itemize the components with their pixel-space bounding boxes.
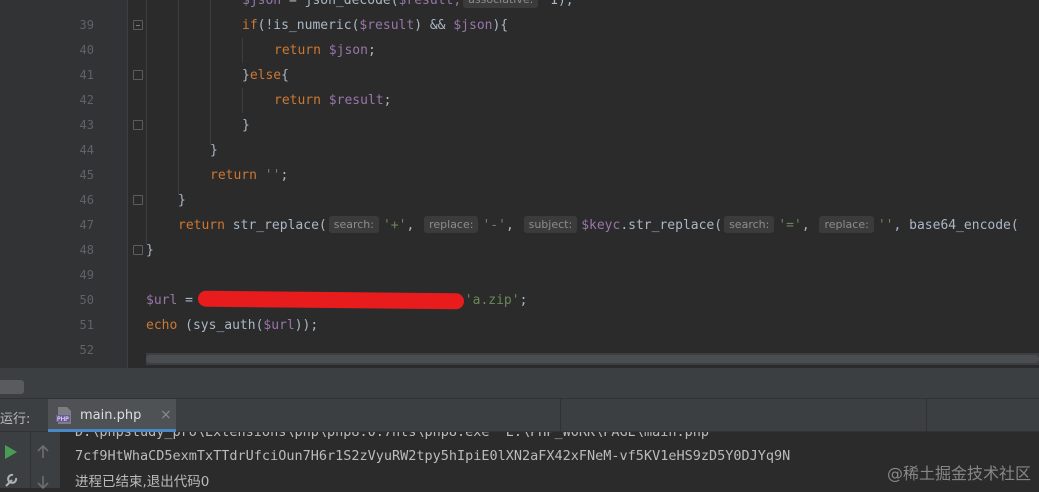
code-line: $json = json_decode($result,associative:…: [242, 0, 574, 13]
parameter-hint: replace:: [819, 216, 874, 233]
fold-icon[interactable]: [133, 70, 143, 80]
fold-icon[interactable]: [133, 245, 143, 255]
horizontal-scrollbar[interactable]: [146, 353, 1039, 365]
tab-main-php[interactable]: PHP main.php ×: [48, 399, 176, 432]
parameter-hint: search:: [328, 216, 379, 233]
line-number: 41: [79, 68, 94, 82]
code-line: echo (sys_auth($url));: [146, 318, 319, 333]
line-number: 46: [79, 193, 94, 207]
splitter-toggle[interactable]: [0, 380, 24, 394]
line-number: 48: [79, 243, 94, 257]
scrollbar-thumb[interactable]: [146, 355, 1039, 363]
line-number: 42: [79, 93, 94, 107]
tab-label: main.php: [80, 408, 142, 423]
code-line: }: [210, 143, 218, 158]
header-divider: [560, 399, 561, 432]
redaction-mark: [197, 290, 465, 310]
indent-guide: [210, 0, 211, 145]
line-number: 40: [79, 43, 94, 57]
line-number: 49: [79, 268, 94, 282]
svg-text:PHP: PHP: [57, 416, 69, 423]
console-line: 进程已结束,退出代码0: [75, 474, 210, 488]
parameter-hint: associative:: [463, 0, 539, 8]
code-line: return '';: [210, 168, 289, 183]
line-number: 45: [79, 168, 94, 182]
line-number: 47: [79, 218, 94, 232]
close-icon[interactable]: ×: [160, 407, 172, 423]
line-number: 43: [79, 118, 94, 132]
parameter-hint: replace:: [424, 216, 479, 233]
line-number: 51: [79, 318, 94, 332]
toolbar-divider: [30, 432, 31, 488]
watermark: @稀土掘金技术社区: [886, 464, 1031, 483]
fold-icon[interactable]: [133, 195, 143, 205]
rerun-icon[interactable]: [1, 442, 21, 462]
code-line: }: [242, 118, 250, 133]
code-line: return $result;: [274, 93, 392, 108]
code-line: }: [178, 193, 186, 208]
fold-icon[interactable]: [133, 120, 143, 130]
code-line: return $json;: [274, 43, 376, 58]
line-number: 39: [79, 18, 94, 32]
indent-guide: [178, 0, 179, 195]
code-editor[interactable]: 39 40 41 42 43 44 45 46 47 48 49 50 51 5…: [0, 0, 1039, 368]
console-line: 7cf9HtWhaCD5exmTxTTdrUfciOun7H6r1S2zVyuR…: [75, 448, 791, 464]
line-number: 44: [79, 143, 94, 157]
indent-guide: [242, 88, 243, 113]
editor-left-margin: [0, 0, 70, 368]
fold-icon[interactable]: [133, 20, 143, 30]
arrow-up-icon[interactable]: [33, 442, 53, 462]
console-line: D:\phpstudy_pro\Extensions\php\php8.0.7n…: [75, 432, 709, 440]
indent-guide: [242, 38, 243, 63]
run-label: 运行:: [0, 412, 31, 427]
code-line: }else{: [242, 68, 289, 83]
line-number: 50: [79, 293, 94, 307]
run-toolbar: [0, 432, 60, 490]
wrench-icon[interactable]: [1, 470, 21, 490]
parameter-hint: search:: [724, 216, 775, 233]
code-line: return str_replace(search: '+', replace: '…: [178, 216, 1019, 233]
panel-splitter[interactable]: [0, 368, 1039, 398]
header-divider: [926, 399, 927, 432]
parameter-hint: subject:: [523, 216, 578, 233]
code-line: }: [146, 243, 154, 258]
line-number: 52: [79, 343, 94, 357]
run-tool-window-header: 运行: PHP main.php ×: [0, 398, 1039, 432]
php-file-icon: PHP: [56, 407, 71, 424]
arrow-down-icon[interactable]: [33, 472, 53, 492]
indent-guide: [146, 0, 147, 245]
code-line: if(!is_numeric($result) && $json){: [242, 18, 509, 33]
